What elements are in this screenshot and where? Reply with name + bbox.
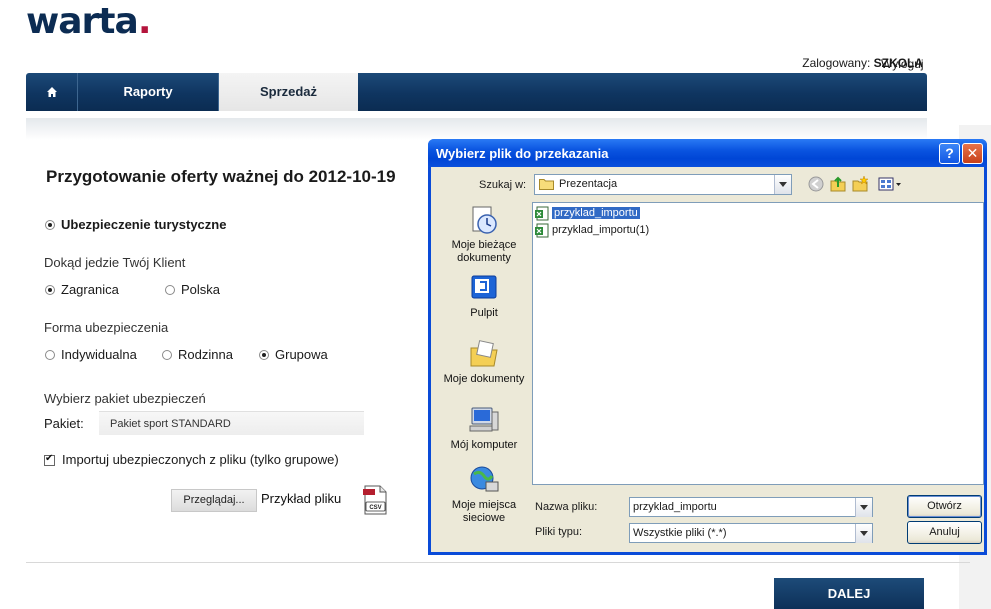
svg-text:CSV: CSV — [369, 505, 381, 511]
radio-rodzinna[interactable] — [162, 350, 172, 360]
look-in-label: Szukaj w: — [479, 179, 527, 191]
close-button[interactable]: ✕ — [962, 143, 983, 164]
logo-dot: . — [137, 1, 152, 42]
logout-link[interactable]: Wyloguj — [881, 57, 924, 71]
insurance-form-label: Forma ubezpieczenia — [44, 320, 169, 335]
file-type-value: Wszystkie pliki (*.*) — [633, 527, 727, 539]
place-my-documents[interactable]: Moje dokumenty — [439, 338, 529, 386]
cancel-button[interactable]: Anuluj — [907, 521, 982, 544]
recent-documents-icon — [472, 206, 497, 234]
insurance-type-radio[interactable] — [45, 220, 55, 230]
content-header-strip — [26, 118, 927, 140]
insurance-type-label: Ubezpieczenie turystyczne — [61, 217, 227, 232]
file-name-input[interactable]: przyklad_importu — [629, 497, 873, 517]
tab-sprzedaz[interactable]: Sprzedaż — [219, 73, 358, 111]
desktop-icon — [471, 275, 497, 299]
open-button[interactable]: Otwórz — [907, 495, 982, 518]
form-rodzinna[interactable]: Rodzinna — [162, 347, 233, 362]
import-checkbox-label: Importuj ubezpieczonych z pliku (tylko g… — [62, 452, 339, 467]
sample-file-link[interactable]: Przykład pliku — [261, 491, 341, 506]
label-rodzinna: Rodzinna — [178, 347, 233, 362]
my-documents-icon — [470, 340, 498, 367]
page-title: Przygotowanie oferty ważnej do 2012-10-1… — [46, 167, 396, 186]
package-select[interactable]: Pakiet sport STANDARD — [99, 411, 364, 435]
chevron-down-icon[interactable] — [855, 498, 872, 517]
import-option[interactable]: Importuj ubezpieczonych z pliku (tylko g… — [44, 452, 339, 467]
look-in-combo[interactable]: Prezentacja — [534, 174, 792, 195]
place-desktop[interactable]: Pulpit — [439, 272, 529, 320]
insurance-type-option[interactable]: Ubezpieczenie turystyczne — [45, 217, 226, 232]
place-network[interactable]: Moje miejsca sieciowe — [439, 464, 529, 525]
excel-file-icon — [535, 206, 549, 221]
file-item[interactable]: przyklad_importu(1) — [535, 223, 649, 238]
radio-indywidualna[interactable] — [45, 350, 55, 360]
back-icon[interactable] — [807, 175, 825, 193]
dialog-titlebar[interactable]: Wybierz plik do przekazania ? ✕ — [428, 139, 987, 167]
browse-button[interactable]: Przeglądaj... — [171, 489, 257, 512]
import-checkbox[interactable] — [44, 453, 55, 466]
place-recent[interactable]: Moje bieżące dokumenty — [439, 204, 529, 265]
nav-home[interactable] — [26, 73, 78, 111]
places-bar: Moje bieżące dokumenty Pulpit Moje dokum… — [439, 198, 529, 531]
logo-text: warta — [26, 1, 139, 42]
next-button[interactable]: DALEJ — [774, 578, 924, 609]
file-name-label: Nazwa pliku: — [535, 501, 598, 513]
bottom-divider — [26, 562, 970, 563]
chevron-down-icon[interactable] — [774, 175, 791, 194]
new-folder-icon[interactable] — [851, 175, 869, 193]
destination-label: Dokąd jedzie Twój Klient — [44, 255, 186, 270]
help-button[interactable]: ? — [939, 143, 960, 164]
form-grupowa[interactable]: Grupowa — [259, 347, 328, 362]
warta-logo[interactable]: warta. — [26, 2, 151, 42]
csv-file-icon[interactable]: CSV — [362, 485, 388, 515]
label-zagranica: Zagranica — [61, 282, 119, 297]
main-navbar: Raporty Sprzedaż — [26, 73, 927, 111]
package-section-label: Wybierz pakiet ubezpieczeń — [44, 391, 206, 406]
tab-raporty[interactable]: Raporty — [78, 73, 219, 111]
dialog-title: Wybierz plik do przekazania — [436, 146, 609, 161]
folder-icon — [539, 179, 554, 190]
file-dialog: Wybierz plik do przekazania ? ✕ Szukaj w… — [428, 139, 987, 555]
file-name-value: przyklad_importu — [633, 501, 717, 513]
label-polska: Polska — [181, 282, 221, 297]
file-type-label: Pliki typu: — [535, 526, 583, 538]
radio-polska[interactable] — [165, 285, 175, 295]
logged-in-label: Zalogowany: — [802, 56, 871, 70]
place-my-computer[interactable]: Mój komputer — [439, 404, 529, 452]
home-icon — [46, 87, 57, 97]
form-indywidualna[interactable]: Indywidualna — [45, 347, 137, 362]
file-list[interactable]: przyklad_importu przyklad_importu(1) — [532, 202, 984, 485]
my-computer-icon — [469, 407, 499, 432]
up-folder-icon[interactable] — [829, 175, 847, 193]
file-type-select[interactable]: Wszystkie pliki (*.*) — [629, 523, 873, 543]
package-label: Pakiet: — [44, 416, 84, 431]
network-places-icon — [470, 466, 499, 492]
file-item[interactable]: przyklad_importu — [535, 206, 640, 221]
radio-grupowa[interactable] — [259, 350, 269, 360]
chevron-down-icon[interactable] — [855, 524, 872, 543]
label-grupowa: Grupowa — [275, 347, 328, 362]
look-in-value: Prezentacja — [559, 178, 618, 190]
label-indywidualna: Indywidualna — [61, 347, 137, 362]
excel-file-icon — [535, 223, 549, 238]
radio-zagranica[interactable] — [45, 285, 55, 295]
destination-polska[interactable]: Polska — [165, 282, 220, 297]
destination-zagranica[interactable]: Zagranica — [45, 282, 119, 297]
view-menu-icon[interactable] — [877, 175, 903, 193]
